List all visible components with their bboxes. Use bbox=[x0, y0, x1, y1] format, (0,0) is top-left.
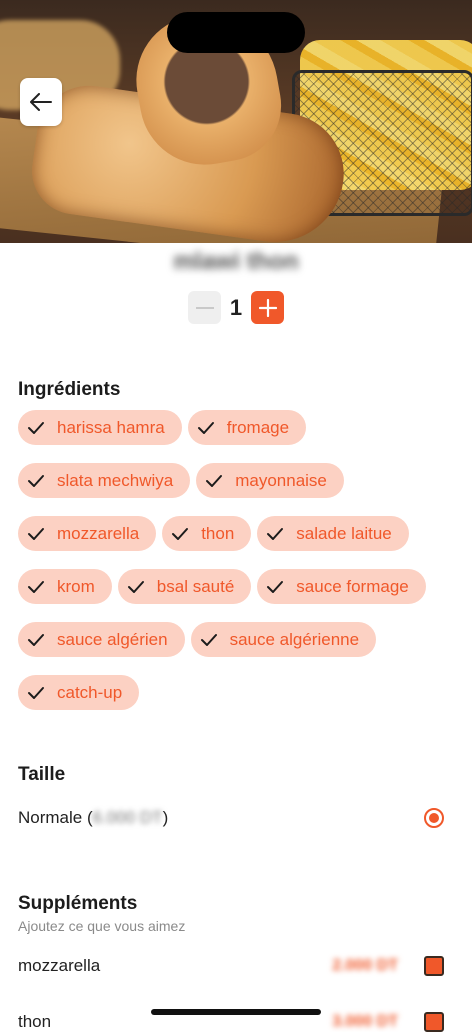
supplement-name: mozzarella bbox=[18, 956, 101, 975]
ingredients-title: Ingrédients bbox=[18, 379, 121, 400]
plus-icon bbox=[258, 298, 277, 317]
check-icon bbox=[267, 580, 284, 593]
back-button[interactable] bbox=[20, 78, 62, 126]
supplement-price: 3.000 DT bbox=[332, 1013, 398, 1030]
ingredient-label: mozzarella bbox=[57, 523, 140, 543]
home-indicator bbox=[151, 1009, 321, 1015]
ingredient-label: mayonnaise bbox=[235, 470, 327, 490]
decrease-button[interactable] bbox=[188, 291, 221, 324]
ingredient-label: slata mechwiya bbox=[57, 470, 174, 490]
ingredient-label: thon bbox=[201, 523, 235, 543]
check-icon bbox=[28, 580, 44, 593]
size-option-price: 6.000 DT bbox=[92, 808, 163, 827]
ingredient-chip[interactable]: harissa hamra bbox=[18, 410, 182, 445]
ingredient-chip[interactable]: bsal sauté bbox=[117, 569, 252, 604]
ingredients-list: harissa hamra fromage slata mechwiya mayonn… bbox=[18, 410, 458, 728]
ingredient-chip[interactable]: slata mechwiya bbox=[18, 463, 191, 498]
ingredient-label: sauce formage bbox=[296, 576, 409, 596]
supplements-subtitle: Ajoutez ce que vous aimez bbox=[18, 918, 186, 934]
ingredient-chip[interactable]: thon bbox=[162, 516, 252, 551]
arrow-left-icon bbox=[30, 93, 52, 111]
check-icon bbox=[28, 633, 44, 646]
check-icon bbox=[267, 527, 284, 540]
ingredient-row: krom bsal sauté sauce formage bbox=[18, 569, 458, 604]
check-icon bbox=[28, 527, 44, 540]
ingredient-chip[interactable]: salade laitue bbox=[257, 516, 409, 551]
check-icon bbox=[206, 474, 223, 487]
dish-name: mlawi thon bbox=[173, 248, 299, 275]
supplement-price: 2.000 DT bbox=[332, 957, 398, 974]
ingredient-row: mozzarella thon salade laitue bbox=[18, 516, 458, 551]
ingredient-label: bsal sauté bbox=[156, 576, 235, 596]
size-option-label: Normale ( bbox=[18, 808, 93, 827]
supplement-item[interactable]: thon 3.000 DT bbox=[18, 1012, 444, 1032]
ingredient-label: sauce algérien bbox=[57, 629, 168, 649]
size-option-close: ) bbox=[162, 808, 169, 827]
supplement-item[interactable]: mozzarella 2.000 DT bbox=[18, 956, 444, 976]
ingredient-chip[interactable]: catch-up bbox=[18, 675, 140, 710]
check-icon bbox=[127, 580, 144, 593]
check-icon bbox=[28, 474, 44, 487]
check-icon bbox=[28, 421, 44, 434]
supplements-title: Suppléments bbox=[18, 893, 138, 914]
size-radio-selected[interactable] bbox=[424, 808, 444, 828]
ingredient-label: fromage bbox=[226, 417, 290, 437]
ingredient-row: harissa hamra fromage bbox=[18, 410, 458, 445]
supplement-checkbox[interactable] bbox=[424, 956, 444, 976]
increase-button[interactable] bbox=[251, 291, 284, 324]
ingredient-chip[interactable]: mozzarella bbox=[18, 516, 157, 551]
ingredient-chip[interactable]: fromage bbox=[187, 410, 307, 445]
camera-notch bbox=[167, 12, 305, 53]
size-option-normale[interactable]: Normale (6.000 DT) bbox=[18, 806, 444, 830]
check-icon bbox=[28, 686, 44, 699]
ingredient-label: sauce algérienne bbox=[229, 629, 360, 649]
ingredient-chip[interactable]: sauce algérienne bbox=[190, 622, 377, 657]
ingredient-chip[interactable]: sauce formage bbox=[257, 569, 426, 604]
supplement-checkbox[interactable] bbox=[424, 1012, 444, 1032]
ingredient-chip[interactable]: mayonnaise bbox=[196, 463, 344, 498]
check-icon bbox=[172, 527, 189, 540]
ingredient-row: slata mechwiya mayonnaise bbox=[18, 463, 458, 498]
ingredient-label: salade laitue bbox=[296, 523, 392, 543]
ingredient-label: krom bbox=[57, 576, 95, 596]
ingredient-chip[interactable]: krom bbox=[18, 569, 112, 604]
check-icon bbox=[197, 421, 214, 434]
ingredient-row: sauce algérien sauce algérienne bbox=[18, 622, 458, 657]
ingredient-label: harissa hamra bbox=[57, 417, 165, 437]
ingredient-label: catch-up bbox=[57, 682, 123, 702]
quantity-value: 1 bbox=[229, 294, 243, 320]
minus-icon bbox=[195, 306, 214, 309]
ingredient-row: catch-up bbox=[18, 675, 458, 710]
quantity-stepper: 1 bbox=[188, 291, 284, 324]
supplement-name: thon bbox=[18, 1012, 52, 1031]
check-icon bbox=[200, 633, 217, 646]
ingredient-chip[interactable]: sauce algérien bbox=[18, 622, 185, 657]
size-title: Taille bbox=[18, 764, 66, 785]
